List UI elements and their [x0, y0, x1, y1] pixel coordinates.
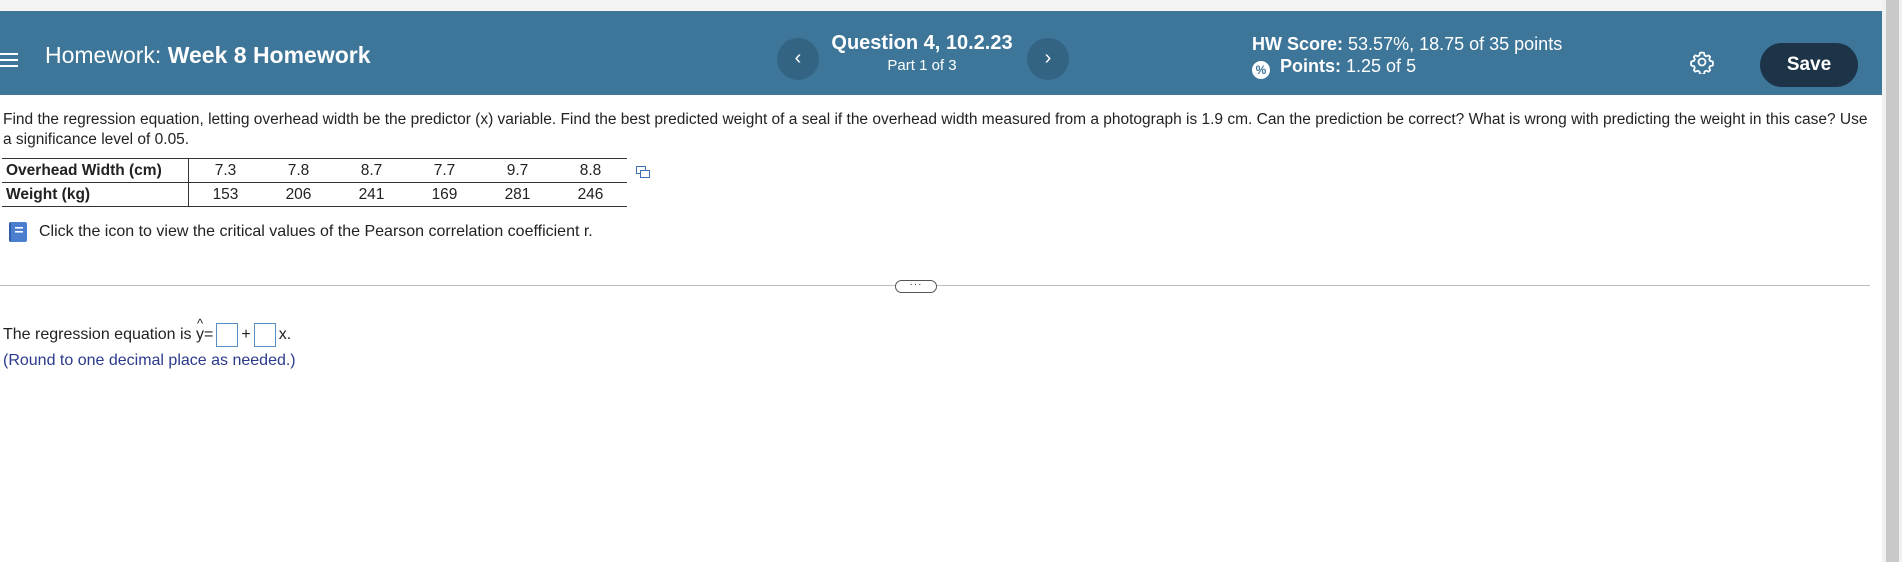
table-cell: 169 — [408, 182, 481, 207]
critical-values-link-text[interactable]: Click the icon to view the critical valu… — [39, 222, 593, 242]
question-part: Part 1 of 3 — [887, 57, 957, 74]
header-bar: Homework: Week 8 Homework ‹ Question 4, … — [0, 11, 1882, 95]
homework-title: Homework: Week 8 Homework — [45, 41, 371, 69]
book-icon[interactable] — [7, 220, 29, 244]
points-label: Points: — [1280, 56, 1341, 76]
homework-prefix: Homework: — [45, 42, 162, 68]
regression-equation: The regression equation is ^ y= + x. — [3, 316, 292, 347]
intercept-input[interactable] — [216, 323, 239, 347]
gear-icon[interactable] — [1690, 50, 1714, 74]
table-cell: 246 — [554, 182, 627, 207]
table-cell: 153 — [188, 182, 262, 207]
table-cell: 7.8 — [262, 158, 335, 183]
rounding-note: (Round to one decimal place as needed.) — [3, 352, 296, 369]
table-cell: 7.3 — [188, 158, 262, 183]
table-row: Weight (kg) 153 206 241 169 281 246 — [2, 182, 627, 207]
table-cell: 8.7 — [335, 158, 408, 183]
table-cell: 8.8 — [554, 158, 627, 183]
problem-statement: Find the regression equation, letting ov… — [3, 111, 1868, 148]
table-cell: 7.7 — [408, 158, 481, 183]
table-cell: 206 — [262, 182, 335, 207]
question-title: Question 4, 10.2.23 — [831, 32, 1013, 54]
row-label: Weight (kg) — [2, 182, 189, 207]
equation-prefix: The regression equation is — [3, 326, 192, 344]
x-suffix: x. — [278, 326, 292, 344]
homework-name: Week 8 Homework — [167, 42, 371, 68]
points-value: 1.25 of 5 — [1346, 56, 1417, 76]
table-cell: 241 — [335, 182, 408, 207]
table-cell: 9.7 — [481, 158, 554, 183]
top-strip — [0, 0, 1882, 11]
slope-input[interactable] — [253, 323, 276, 347]
table-row: Overhead Width (cm) 7.3 7.8 8.7 7.7 9.7 … — [2, 158, 627, 183]
save-button[interactable]: Save — [1760, 43, 1858, 87]
row-label: Overhead Width (cm) — [2, 158, 189, 183]
next-question-button[interactable]: › — [1027, 38, 1069, 80]
points: % Points: 1.25 of 5 — [1252, 55, 1416, 79]
hw-score-value: 53.57%, 18.75 of 35 points — [1348, 34, 1563, 54]
copy-data-icon[interactable] — [636, 166, 650, 178]
data-table: Overhead Width (cm) 7.3 7.8 8.7 7.7 9.7 … — [2, 158, 627, 207]
plus-sign: + — [241, 326, 251, 344]
resize-handle[interactable]: ··· — [895, 280, 937, 293]
scrollbar-thumb[interactable] — [1886, 0, 1899, 562]
hw-score: HW Score: 53.57%, 18.75 of 35 points — [1252, 33, 1562, 55]
hw-score-label: HW Score: — [1252, 34, 1344, 54]
menu-icon[interactable] — [0, 53, 20, 69]
table-cell: 281 — [481, 182, 554, 207]
partial-credit-icon: % — [1252, 61, 1270, 79]
equals-sign: = — [204, 326, 214, 344]
y-hat: ^ y — [196, 316, 205, 344]
